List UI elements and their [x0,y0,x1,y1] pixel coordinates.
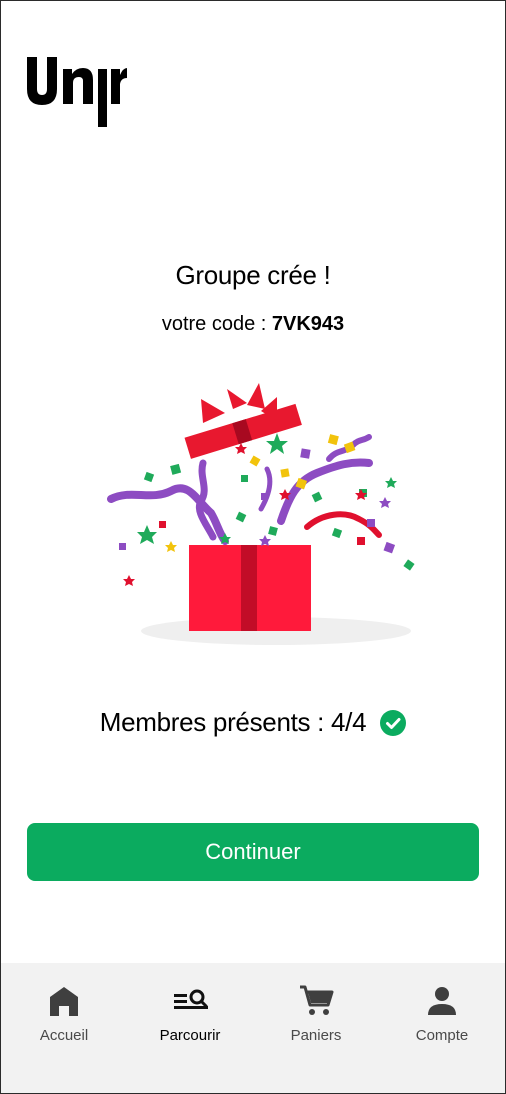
members-status: Membres présents : 4/4 [1,707,505,738]
bottom-nav: Accueil Parcourir Paniers Compte [1,963,505,1093]
group-code-value: 7VK943 [271,313,345,335]
home-icon [50,987,78,1016]
nav-item-compte[interactable]: Compte [379,963,505,1093]
nav-label-compte: Compte [415,1027,469,1044]
members-count-text: Membres présents : 4/4 [99,707,367,737]
cart-icon [300,985,334,1015]
page-title: Groupe crée ! [175,260,331,290]
browse-search-icon [174,989,208,1009]
continue-button[interactable]: Continuer [27,823,479,881]
app-logo [27,57,127,127]
nav-item-paniers[interactable]: Paniers [253,963,379,1093]
group-code-line: votre code : 7VK943 [1,313,505,336]
nav-label-accueil: Accueil [39,1027,89,1044]
account-icon [428,987,456,1015]
group-code-label: votre code : [161,313,272,335]
app-screen: Groupe crée ! votre code : 7VK943 Membre… [0,0,506,1094]
gift-illustration [107,383,415,645]
nav-item-parcourir[interactable]: Parcourir [127,963,253,1093]
nav-item-accueil[interactable]: Accueil [1,963,127,1093]
nav-label-parcourir: Parcourir [159,1027,221,1044]
nav-label-paniers: Paniers [290,1027,342,1044]
check-circle-icon [380,709,407,736]
